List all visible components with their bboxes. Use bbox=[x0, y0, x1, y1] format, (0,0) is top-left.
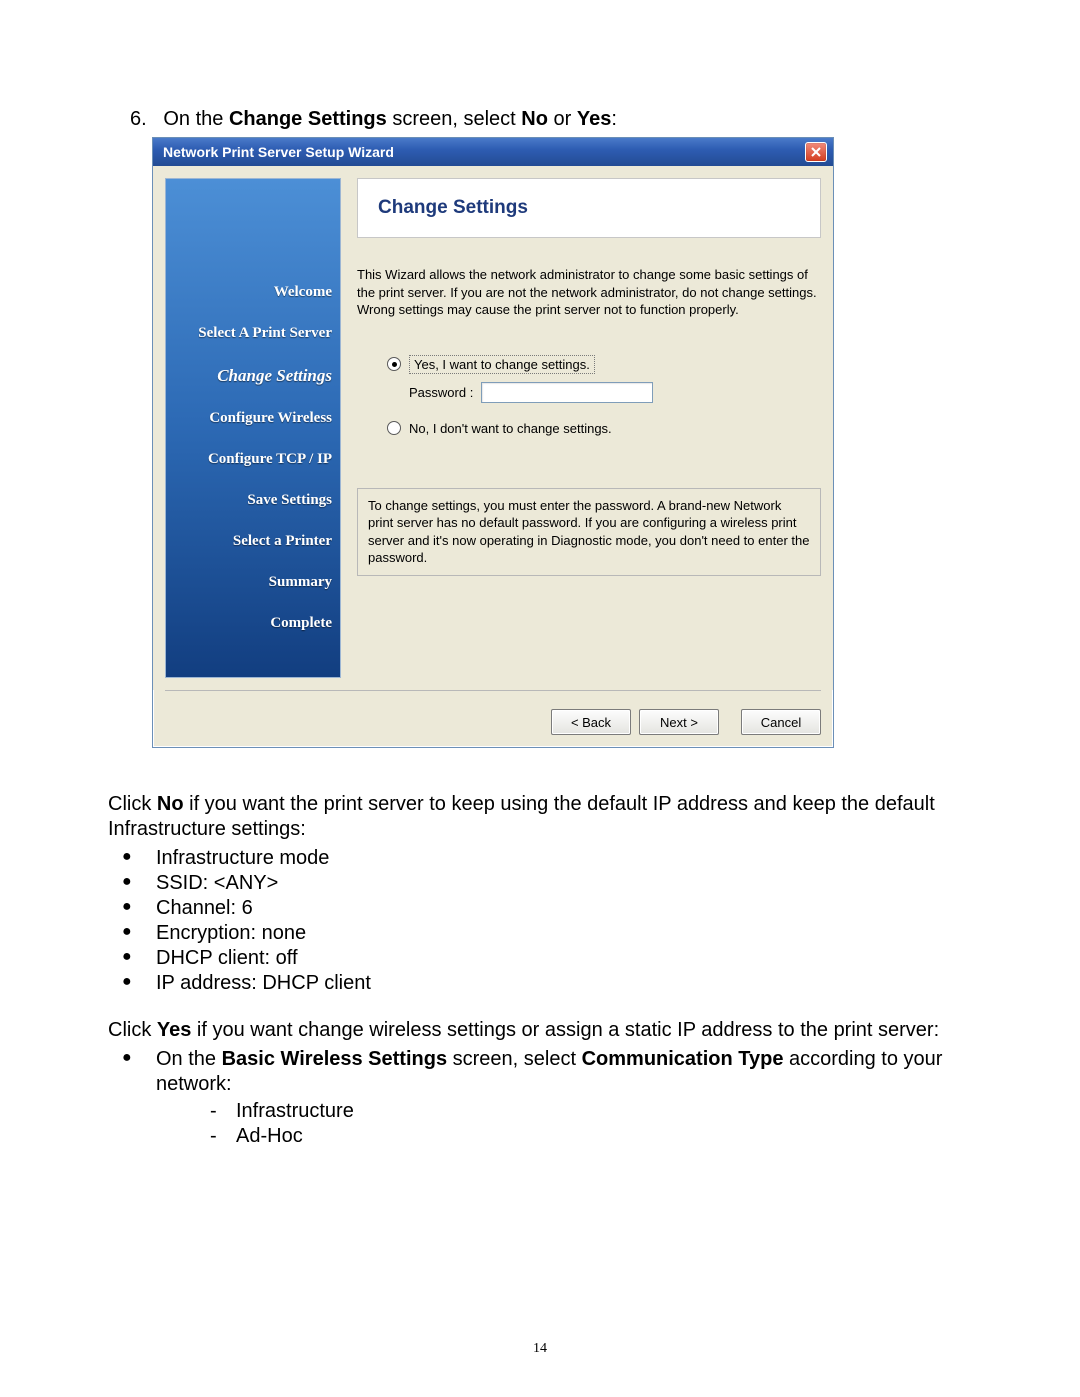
content-title: Change Settings bbox=[378, 197, 800, 219]
password-row: Password : bbox=[409, 382, 821, 403]
radio-yes-dot[interactable] bbox=[387, 357, 401, 371]
close-icon bbox=[811, 147, 821, 157]
password-note: To change settings, you must enter the p… bbox=[357, 488, 821, 576]
sidebar-item-save-settings: Save Settings bbox=[174, 492, 332, 509]
sidebar-item-change-settings: Change Settings bbox=[174, 366, 332, 386]
list-item: Infrastructure mode bbox=[108, 846, 980, 871]
list-item: On the Basic Wireless Settings screen, s… bbox=[108, 1047, 980, 1149]
wizard-sidebar: Welcome Select A Print Server Change Set… bbox=[165, 178, 341, 678]
list-item: IP address: DHCP client bbox=[108, 971, 980, 996]
sidebar-item-select-printer: Select a Printer bbox=[174, 533, 332, 550]
sidebar-item-complete: Complete bbox=[174, 615, 332, 632]
sidebar-steps: Welcome Select A Print Server Change Set… bbox=[174, 284, 332, 656]
page-number: 14 bbox=[0, 1341, 1080, 1357]
sidebar-item-configure-wireless: Configure Wireless bbox=[174, 410, 332, 427]
radio-no-dot[interactable] bbox=[387, 421, 401, 435]
cancel-button[interactable]: Cancel bbox=[741, 709, 821, 735]
sidebar-item-configure-tcpip: Configure TCP / IP bbox=[174, 451, 332, 468]
wizard-footer: < Back Next > Cancel bbox=[165, 690, 821, 735]
radio-no[interactable]: No, I don't want to change settings. bbox=[387, 421, 821, 436]
list-item: Infrastructure bbox=[156, 1099, 980, 1124]
next-button[interactable]: Next > bbox=[639, 709, 719, 735]
radio-no-label: No, I don't want to change settings. bbox=[409, 421, 612, 436]
comm-type-list: Infrastructure Ad-Hoc bbox=[156, 1099, 980, 1149]
content-header: Change Settings bbox=[357, 178, 821, 238]
radio-yes-label: Yes, I want to change settings. bbox=[409, 355, 595, 374]
wizard-window: Network Print Server Setup Wizard Welcom… bbox=[152, 137, 834, 748]
click-yes-paragraph: Click Yes if you want change wireless se… bbox=[108, 1018, 980, 1043]
password-input[interactable] bbox=[481, 382, 653, 403]
window-title: Network Print Server Setup Wizard bbox=[163, 144, 394, 160]
titlebar: Network Print Server Setup Wizard bbox=[153, 138, 833, 166]
list-item: Encryption: none bbox=[108, 921, 980, 946]
sidebar-item-select-server: Select A Print Server bbox=[174, 325, 332, 342]
click-no-paragraph: Click No if you want the print server to… bbox=[108, 792, 980, 842]
step-num: 6. bbox=[130, 108, 147, 130]
sidebar-item-summary: Summary bbox=[174, 574, 332, 591]
content-description: This Wizard allows the network administr… bbox=[357, 266, 821, 319]
list-item: SSID: <ANY> bbox=[108, 871, 980, 896]
list-item: DHCP client: off bbox=[108, 946, 980, 971]
back-button[interactable]: < Back bbox=[551, 709, 631, 735]
radio-yes[interactable]: Yes, I want to change settings. bbox=[387, 355, 821, 374]
step-intro: 6. On the Change Settings screen, select… bbox=[132, 108, 980, 131]
close-button[interactable] bbox=[805, 142, 827, 162]
list-item: Channel: 6 bbox=[108, 896, 980, 921]
yes-steps-list: On the Basic Wireless Settings screen, s… bbox=[108, 1047, 980, 1149]
password-label: Password : bbox=[409, 385, 473, 400]
defaults-list: Infrastructure mode SSID: <ANY> Channel:… bbox=[108, 846, 980, 996]
wizard-content: Change Settings This Wizard allows the n… bbox=[341, 178, 821, 678]
sidebar-item-welcome: Welcome bbox=[174, 284, 332, 301]
list-item: Ad-Hoc bbox=[156, 1124, 980, 1149]
